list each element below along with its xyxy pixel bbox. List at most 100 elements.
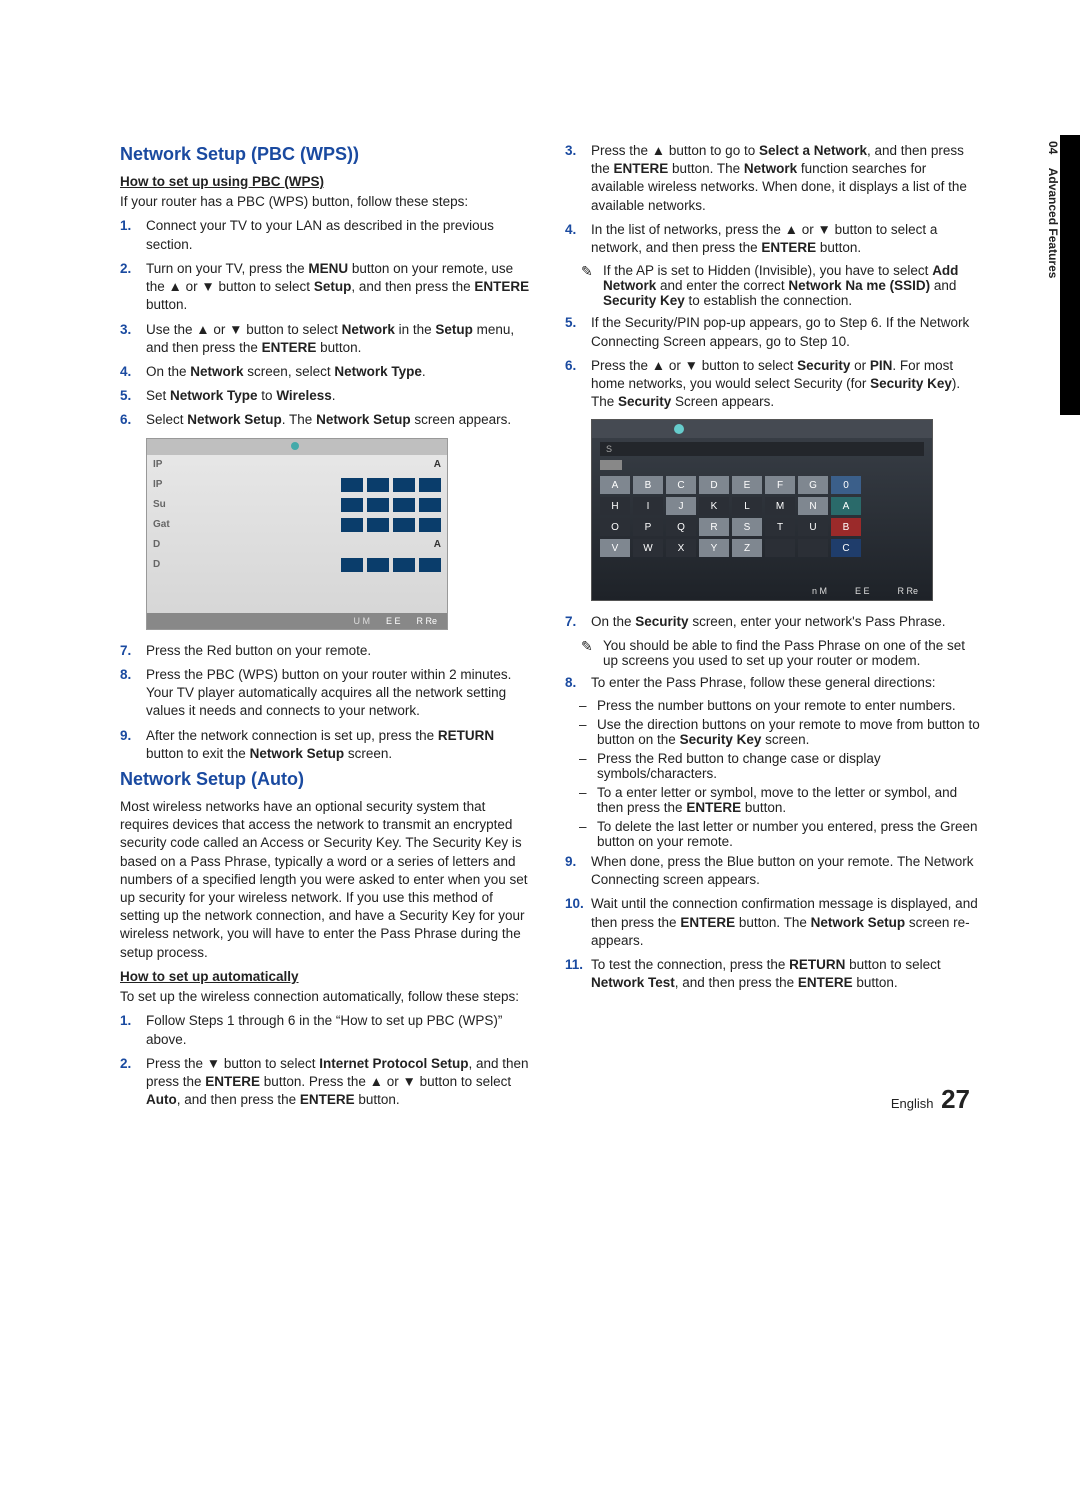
note-hidden-ap: ✎ If the AP is set to Hidden (Invisible)… xyxy=(581,263,980,308)
left-column: Network Setup (PBC (WPS)) How to set up … xyxy=(120,140,535,1115)
step-text: In the list of networks, press the ▲ or … xyxy=(591,221,980,257)
keyboard-key xyxy=(798,539,828,557)
pbc-steps-list: 1.Connect your TV to your LAN as describ… xyxy=(120,217,535,429)
keyboard-key: R xyxy=(699,518,729,536)
heading-pbc: Network Setup (PBC (WPS)) xyxy=(120,144,535,165)
step-number: 6. xyxy=(565,357,591,412)
step-item: 4.In the list of networks, press the ▲ o… xyxy=(565,221,980,257)
keyboard-key: B xyxy=(633,476,663,494)
step-number: 3. xyxy=(565,142,591,215)
keyboard-key: J xyxy=(666,497,696,515)
keyboard-key: F xyxy=(765,476,795,494)
step-text: After the network connection is set up, … xyxy=(146,727,535,763)
step-number: 8. xyxy=(120,666,146,721)
note-passphrase: ✎ You should be able to find the Pass Ph… xyxy=(581,638,980,668)
mini2-field-label: S xyxy=(606,444,612,454)
keyboard-key: D xyxy=(699,476,729,494)
ip-row: D xyxy=(147,555,447,575)
ip-row: Su xyxy=(147,495,447,515)
step-number: 11. xyxy=(565,956,591,992)
section-title: Advanced Features xyxy=(1046,168,1060,279)
auto-steps-list: 1.Follow Steps 1 through 6 in the “How t… xyxy=(120,1012,535,1109)
right-column: 3.Press the ▲ button to go to Select a N… xyxy=(565,140,980,1115)
step-item: 4.On the Network screen, select Network … xyxy=(120,363,535,381)
footer-page-number: 27 xyxy=(941,1084,970,1114)
step-text: Wait until the connection confirmation m… xyxy=(591,895,980,950)
keyboard-key: Q xyxy=(666,518,696,536)
bullet-item: –Use the direction buttons on your remot… xyxy=(579,717,980,747)
mini2-foot-2: E E xyxy=(855,586,870,596)
step-item: 6.Select Network Setup. The Network Setu… xyxy=(120,411,535,429)
step-text: If the Security/PIN pop-up appears, go t… xyxy=(591,314,980,350)
keyboard-key: G xyxy=(798,476,828,494)
step-text: On the Security screen, enter your netwo… xyxy=(591,613,980,631)
mini1-foot-1: U M xyxy=(353,616,370,626)
section-number: 04 xyxy=(1046,141,1060,154)
page-footer: English 27 xyxy=(891,1084,970,1115)
bullet-item: –To delete the last letter or number you… xyxy=(579,819,980,849)
step-item: 1.Connect your TV to your LAN as describ… xyxy=(120,217,535,253)
step-number: 6. xyxy=(120,411,146,429)
keyboard-key: M xyxy=(765,497,795,515)
step-number: 4. xyxy=(120,363,146,381)
step-text: Use the ▲ or ▼ button to select Network … xyxy=(146,321,535,357)
step-item: 7.Press the Red button on your remote. xyxy=(120,642,535,660)
heading-auto: Network Setup (Auto) xyxy=(120,769,535,790)
right-steps-a: 3.Press the ▲ button to go to Select a N… xyxy=(565,142,980,257)
right-steps-c: 7.On the Security screen, enter your net… xyxy=(565,613,980,631)
step-number: 7. xyxy=(120,642,146,660)
right-steps-b: 5.If the Security/PIN pop-up appears, go… xyxy=(565,314,980,411)
keyboard-key: W xyxy=(633,539,663,557)
keyboard-key: N xyxy=(798,497,828,515)
bullet-item: –Press the Red button to change case or … xyxy=(579,751,980,781)
step-number: 4. xyxy=(565,221,591,257)
step-item: 9.When done, press the Blue button on yo… xyxy=(565,853,980,889)
ip-row: IPA xyxy=(147,455,447,475)
keyboard-key: C xyxy=(666,476,696,494)
ip-row: IP xyxy=(147,475,447,495)
step-number: 3. xyxy=(120,321,146,357)
auto-intro: To set up the wireless connection automa… xyxy=(120,988,535,1006)
pbc-steps-list-cont: 7.Press the Red button on your remote. 8.… xyxy=(120,642,535,763)
mini2-foot-3: R Re xyxy=(897,586,918,596)
security-key-screenshot: S ABCDEFG0HIJKLMNAOPQRSTUBVWXYZ C n M E … xyxy=(591,419,933,601)
keyboard-key: B xyxy=(831,518,861,536)
keyboard-key: P xyxy=(633,518,663,536)
step-number: 2. xyxy=(120,1055,146,1110)
keyboard-key: A xyxy=(831,497,861,515)
step-number: 1. xyxy=(120,217,146,253)
step-text: Press the ▼ button to select Internet Pr… xyxy=(146,1055,535,1110)
mini1-foot-3: R Re xyxy=(416,616,437,626)
step-text: On the Network screen, select Network Ty… xyxy=(146,363,535,381)
step-text: When done, press the Blue button on your… xyxy=(591,853,980,889)
subheading-auto: How to set up automatically xyxy=(120,968,535,986)
keyboard-key: 0 xyxy=(831,476,861,494)
step-number: 7. xyxy=(565,613,591,631)
keyboard-key: U xyxy=(798,518,828,536)
step-item: 3.Use the ▲ or ▼ button to select Networ… xyxy=(120,321,535,357)
network-setup-screenshot: IPAIPSuGatDAD U M E E R Re xyxy=(146,438,448,630)
step-item: 7.On the Security screen, enter your net… xyxy=(565,613,980,631)
bullet-item: –Press the number buttons on your remote… xyxy=(579,698,980,713)
step-text: Select Network Setup. The Network Setup … xyxy=(146,411,535,429)
ip-row: DA xyxy=(147,535,447,555)
note-icon: ✎ xyxy=(581,638,603,668)
step-text: Press the ▲ or ▼ button to select Securi… xyxy=(591,357,980,412)
right-steps-d: 9.When done, press the Blue button on yo… xyxy=(565,853,980,993)
step-item: 8.Press the PBC (WPS) button on your rou… xyxy=(120,666,535,721)
keyboard-key: Z xyxy=(732,539,762,557)
step-number: 5. xyxy=(120,387,146,405)
step-number: 2. xyxy=(120,260,146,315)
footer-lang: English xyxy=(891,1096,934,1111)
section-tab: 04 Advanced Features xyxy=(1040,135,1080,415)
step-text: Press the ▲ button to go to Select a Net… xyxy=(591,142,980,215)
keyboard-key: I xyxy=(633,497,663,515)
keyboard-key: E xyxy=(732,476,762,494)
keyboard-key: O xyxy=(600,518,630,536)
keyboard-key: Y xyxy=(699,539,729,557)
step-item: 5.Set Network Type to Wireless. xyxy=(120,387,535,405)
ip-row: Gat xyxy=(147,515,447,535)
step-text: Press the PBC (WPS) button on your route… xyxy=(146,666,535,721)
step-item: 2.Press the ▼ button to select Internet … xyxy=(120,1055,535,1110)
keyboard-key: L xyxy=(732,497,762,515)
